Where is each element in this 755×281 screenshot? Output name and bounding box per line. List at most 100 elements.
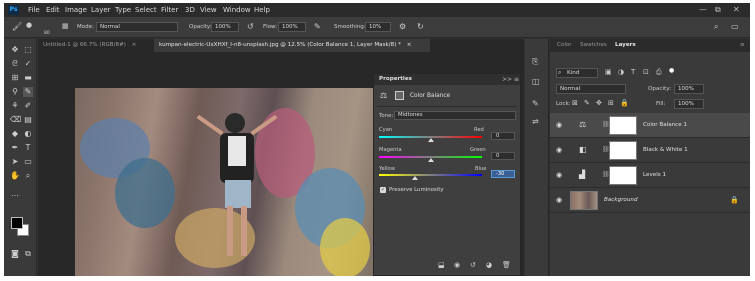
eye-icon[interactable]: ◉ [556, 171, 562, 179]
brush-tool-icon[interactable]: ✎ [23, 87, 33, 97]
foreground-color-swatch[interactable] [11, 217, 23, 229]
brush-settings-icon[interactable]: ✎ [532, 99, 539, 108]
lock-image-icon[interactable]: ✎ [584, 99, 590, 107]
document-photo[interactable] [75, 88, 375, 276]
character-icon[interactable]: ⇌ [532, 117, 539, 126]
view-previous-icon[interactable]: ◉ [454, 261, 460, 269]
menu-file[interactable]: File [28, 6, 40, 14]
minimize-button[interactable]: — [699, 5, 707, 14]
tab-layers[interactable]: Layers [615, 42, 636, 48]
tone-select[interactable]: Midtones [394, 111, 516, 120]
canvas-area[interactable]: Properties >> ≡ ⚖ Color Balance Tone: Mi… [38, 52, 524, 276]
ellipsis-icon[interactable]: … [10, 189, 20, 199]
layer-fill-field[interactable]: 100% [674, 99, 704, 109]
menu-view[interactable]: View [200, 6, 217, 14]
layer-row-background[interactable]: ◉ Background 🔒 [550, 188, 750, 213]
airbrush-icon[interactable]: ✎ [314, 22, 321, 31]
layer-row-black-white[interactable]: ◉ ◧ ⛓ Black & White 1 [550, 138, 750, 163]
menu-image[interactable]: Image [65, 6, 87, 14]
yellow-blue-slider-thumb[interactable] [412, 176, 418, 180]
mode-select[interactable]: Normal [96, 22, 178, 32]
opacity-field[interactable]: 100% [211, 22, 239, 32]
menu-edit[interactable]: Edit [46, 6, 60, 14]
pen-tool-icon[interactable]: ✒ [10, 143, 20, 153]
quick-mask-icon[interactable]: ◙ [10, 249, 20, 259]
history-brush-tool-icon[interactable]: ✐ [23, 101, 33, 111]
move-tool-icon[interactable]: ✥ [10, 45, 20, 55]
close-button[interactable]: ✕ [733, 5, 740, 14]
marquee-tool-icon[interactable]: ⬚ [23, 45, 33, 55]
menu-select[interactable]: Select [135, 6, 157, 14]
quick-select-tool-icon[interactable]: ✓ [23, 59, 33, 69]
layer-mask-thumbnail[interactable] [609, 166, 637, 185]
tab-kumpan-electric[interactable]: kumpan-electric-UxXHXf_I-n8-unsplash.jpg… [154, 39, 430, 52]
hand-tool-icon[interactable]: ✋ [10, 171, 20, 181]
menu-layer[interactable]: Layer [91, 6, 111, 14]
flow-field[interactable]: 100% [278, 22, 306, 32]
filter-toggle-icon[interactable]: ● [669, 67, 674, 74]
workspace-icon[interactable]: ▭ [731, 22, 739, 31]
cyan-red-value[interactable]: 0 [491, 132, 515, 140]
dodge-tool-icon[interactable]: ◐ [23, 129, 33, 139]
lock-artboard-icon[interactable]: ⊞ [608, 99, 614, 107]
menu-filter[interactable]: Filter [161, 6, 178, 14]
lock-transparent-icon[interactable]: ⊠ [572, 99, 578, 107]
trash-icon[interactable]: 🗑 [502, 261, 511, 269]
lock-all-icon[interactable]: 🔒 [620, 99, 629, 107]
tab-swatches[interactable]: Swatches [580, 42, 607, 48]
brush-settings-icon[interactable]: ▦ [62, 22, 69, 30]
pressure-opacity-icon[interactable]: ↺ [247, 22, 254, 31]
menu-type[interactable]: Type [115, 6, 131, 14]
blend-mode-select[interactable]: Normal [556, 84, 626, 94]
menu-window[interactable]: Window [223, 6, 251, 14]
layer-mask-icon[interactable] [395, 91, 404, 100]
gradient-tool-icon[interactable]: ▤ [23, 115, 33, 125]
filter-adjustment-icon[interactable]: ◑ [618, 68, 624, 76]
restore-button[interactable]: ⧉ [715, 5, 721, 15]
zoom-tool-icon[interactable]: ⌕ [23, 171, 33, 181]
layer-mask-thumbnail[interactable] [609, 141, 637, 160]
clone-stamp-tool-icon[interactable]: ⚘ [10, 101, 20, 111]
smoothing-field[interactable]: 10% [365, 22, 391, 32]
search-icon[interactable]: ⌕ [714, 22, 718, 32]
preserve-luminosity-checkbox[interactable]: ✓ [380, 187, 386, 193]
clip-to-layer-icon[interactable]: ⬓ [438, 261, 445, 269]
eyedropper-tool-icon[interactable]: ⚲ [10, 87, 20, 97]
layer-opacity-field[interactable]: 100% [674, 84, 704, 94]
layer-mask-thumbnail[interactable] [609, 116, 637, 135]
filter-shape-icon[interactable]: ⊡ [643, 68, 649, 76]
tab-untitled-1[interactable]: Untitled-1 @ 66.7% (RGB/8#) × [38, 39, 154, 52]
filter-type-icon[interactable]: T [631, 68, 635, 76]
history-icon[interactable]: ⎘ [532, 57, 538, 67]
magenta-green-slider-thumb[interactable] [428, 158, 434, 162]
layer-row-levels[interactable]: ◉ ▟ ⛓ Levels 1 [550, 163, 750, 188]
eraser-tool-icon[interactable]: ⌫ [10, 115, 21, 125]
yellow-blue-value[interactable]: -30 [491, 170, 515, 178]
rectangle-tool-icon[interactable]: ▭ [23, 157, 33, 167]
panel-menu-icon[interactable]: >> ≡ [502, 76, 519, 83]
layer-image-thumbnail[interactable] [570, 191, 598, 210]
cyan-red-slider-thumb[interactable] [428, 138, 434, 142]
eye-icon[interactable]: ◉ [556, 196, 562, 204]
tab-color[interactable]: Color [557, 42, 572, 48]
frame-tool-icon[interactable]: ▬ [23, 73, 33, 83]
lock-position-icon[interactable]: ✥ [596, 99, 602, 107]
menu-3d[interactable]: 3D [185, 6, 195, 14]
reset-icon[interactable]: ↺ [470, 261, 476, 269]
magenta-green-value[interactable]: 0 [491, 152, 515, 160]
menu-help[interactable]: Help [254, 6, 270, 14]
tab-close-icon[interactable]: × [407, 42, 412, 48]
lasso-tool-icon[interactable]: ᘓ [10, 59, 20, 69]
filter-smart-object-icon[interactable]: ⎙ [656, 68, 662, 77]
eye-icon[interactable]: ◉ [556, 121, 562, 129]
panel-menu-icon[interactable]: ≡ [740, 42, 745, 48]
pressure-size-icon[interactable]: ↻ [417, 22, 424, 31]
adjustments-icon[interactable]: ◫ [532, 77, 540, 86]
eye-icon[interactable]: ◉ [556, 146, 562, 154]
gear-icon[interactable]: ⚙ [399, 22, 406, 31]
filter-pixel-icon[interactable]: ▣ [605, 68, 612, 76]
visibility-eye-icon[interactable]: ◕ [486, 261, 492, 269]
layer-row-color-balance[interactable]: ◉ ⚖ ⛓ Color Balance 1 [550, 113, 750, 138]
screen-mode-icon[interactable]: ⧉ [23, 249, 33, 259]
type-tool-icon[interactable]: T [23, 143, 33, 153]
